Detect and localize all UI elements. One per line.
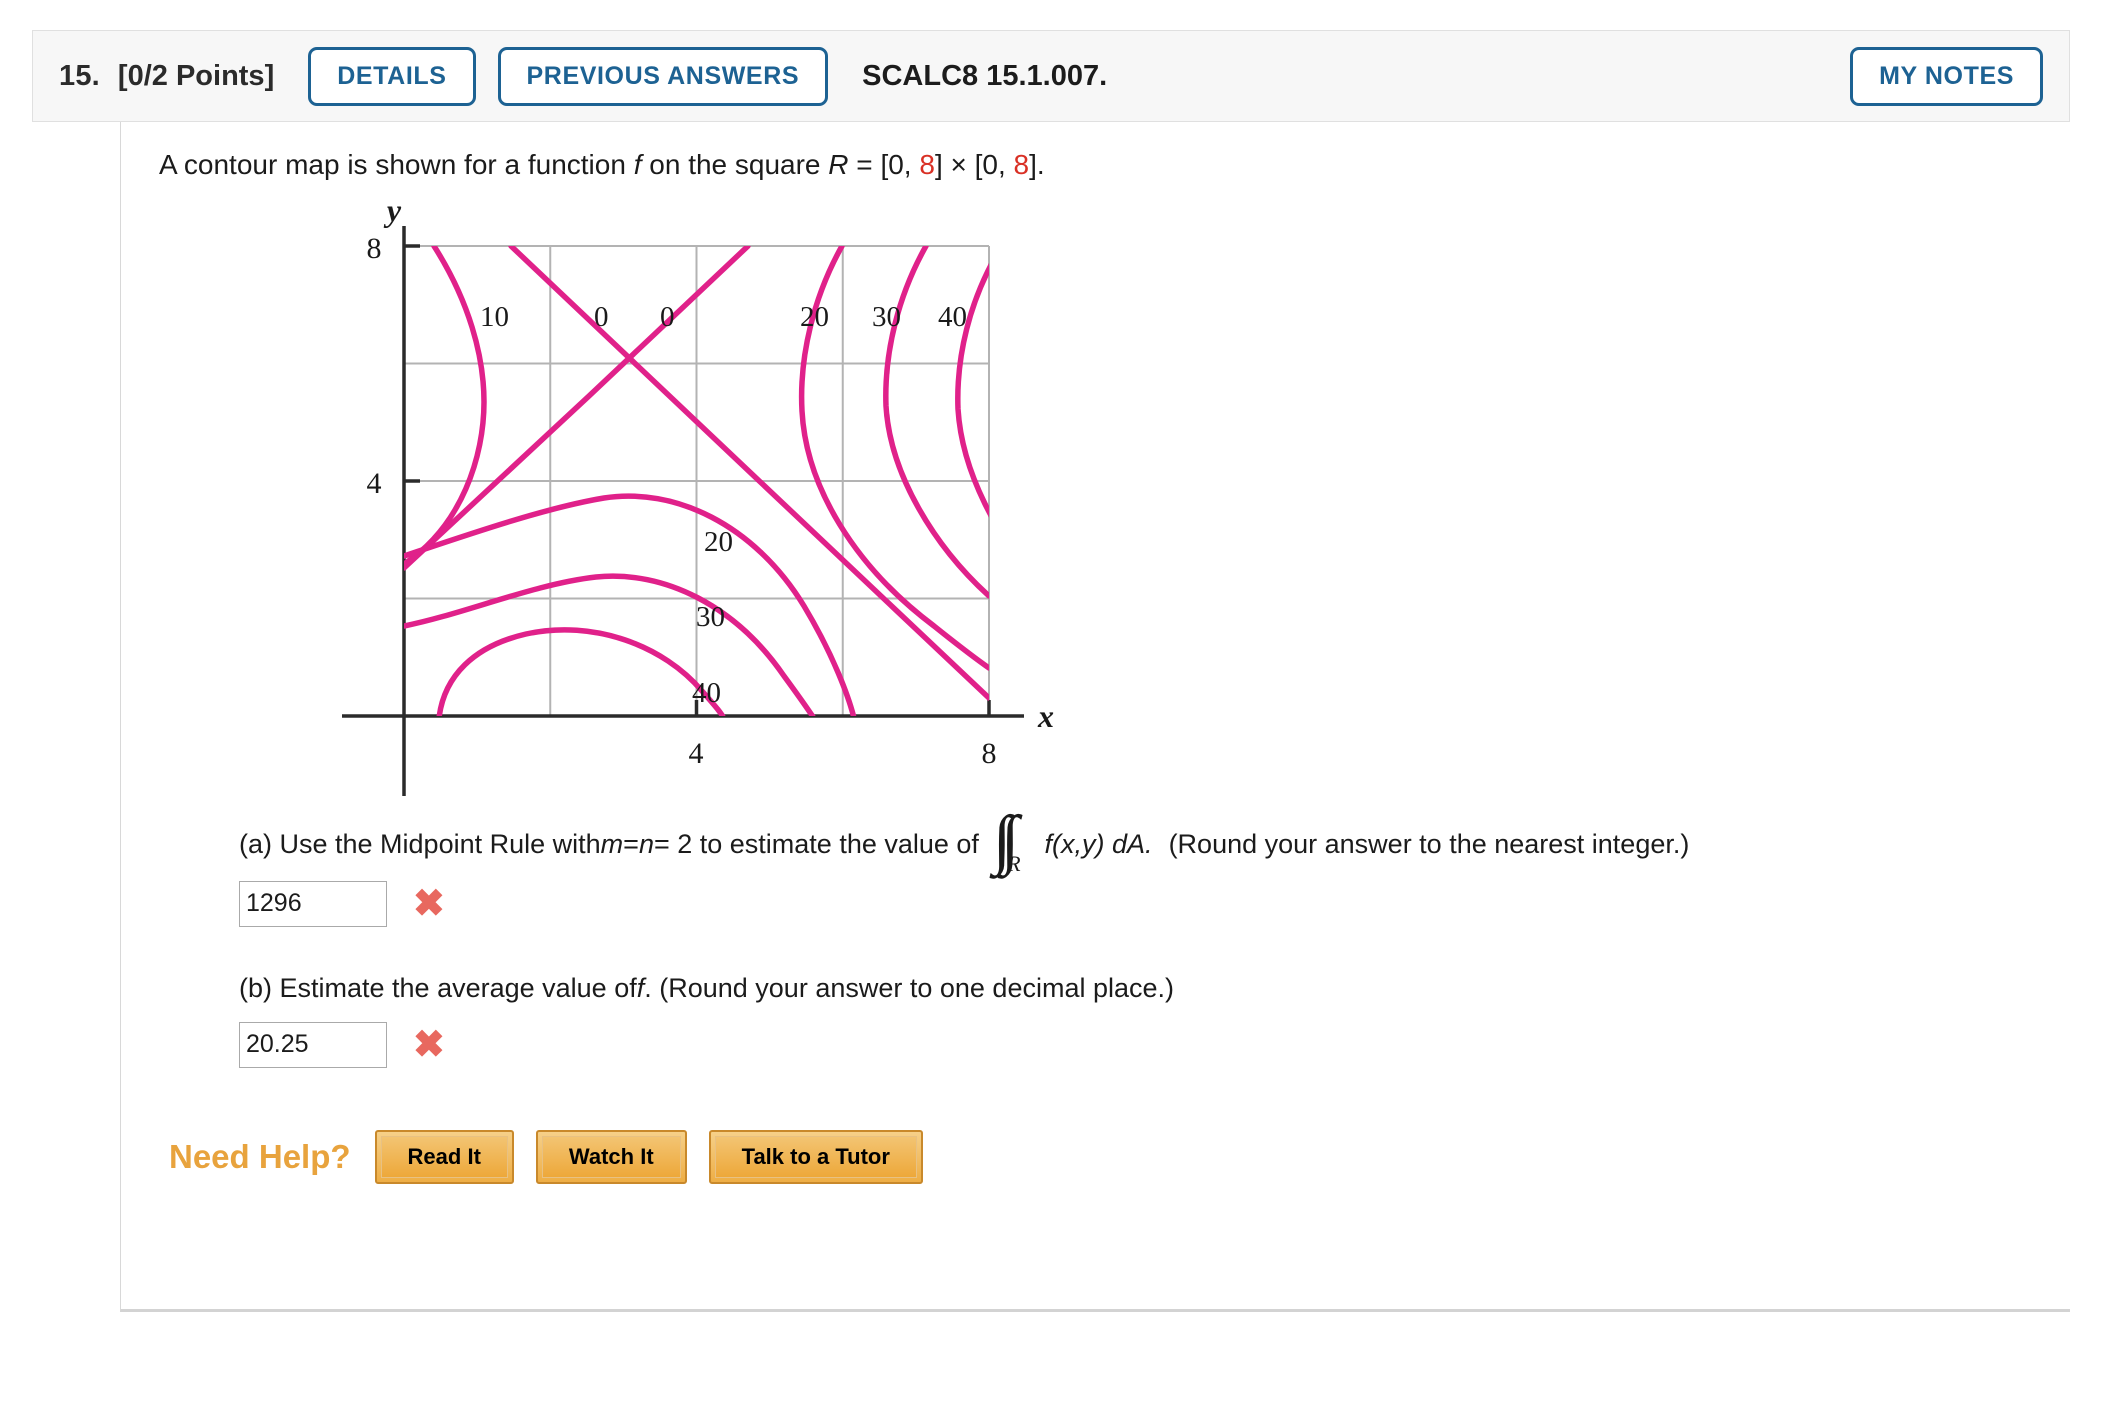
my-notes-button[interactable]: MY NOTES — [1850, 46, 2043, 106]
x-axis-label: x — [1037, 698, 1054, 734]
read-it-button-label: Read It — [380, 1135, 508, 1178]
prompt-end: ]. — [1029, 149, 1045, 180]
talk-to-a-tutor-button-label: Talk to a Tutor — [714, 1135, 917, 1178]
part-a-eq2: = 2 to estimate the value of — [653, 828, 979, 859]
part-b-label-1: (b) Estimate the average value of — [239, 972, 637, 1003]
contour-label-0a: 0 — [594, 301, 609, 333]
contour-label-40-mid: 40 — [692, 677, 721, 709]
prompt-mid: ] × [0, — [934, 149, 1014, 180]
details-button[interactable]: DETAILS — [308, 46, 476, 106]
prompt-text-1: A contour map is shown for a function — [159, 149, 634, 180]
prompt-highlight-1: 8 — [919, 149, 935, 180]
part-b-text: (b) Estimate the average value of f. (Ro… — [239, 971, 2070, 1006]
x-tick-4: 4 — [689, 737, 704, 770]
question-panel: 15. [0/2 Points] DETAILS PREVIOUS ANSWER… — [32, 30, 2070, 1312]
contour-map-figure: 10 0 0 20 30 40 20 30 40 8 4 4 8 y x — [334, 206, 1094, 806]
double-integral-symbol: ∫∫ R — [993, 806, 1035, 875]
part-b-answer-input[interactable] — [239, 1021, 387, 1068]
watch-it-button-label: Watch It — [541, 1135, 681, 1178]
talk-to-a-tutor-button[interactable]: Talk to a Tutor — [708, 1129, 923, 1184]
contour-map-svg: 10 0 0 20 30 40 20 30 40 8 4 4 8 y x — [342, 206, 1054, 796]
problem-statement: A contour map is shown for a function f … — [159, 146, 2070, 184]
part-b-f: f — [636, 972, 645, 1003]
x-tick-8: 8 — [982, 737, 997, 770]
prompt-eq: = [0, — [848, 149, 920, 180]
part-b: (b) Estimate the average value of f. (Ro… — [239, 971, 2070, 1068]
prompt-R: R — [828, 149, 849, 180]
part-a-rounding-note: (Round your answer to the nearest intege… — [1168, 828, 1690, 859]
prompt-text-2: on the square — [641, 149, 829, 180]
need-help-label: Need Help? — [169, 1137, 351, 1175]
contour-label-20-top: 20 — [800, 301, 829, 333]
question-number: 15. — [59, 59, 100, 92]
contour-label-30-top: 30 — [872, 301, 901, 333]
integrand-expression: f(x,y) dA. — [1044, 828, 1153, 859]
part-b-label-2: . (Round your answer to one decimal plac… — [644, 972, 1175, 1003]
part-a-incorrect-icon: ✖ — [413, 882, 445, 925]
part-b-incorrect-icon: ✖ — [413, 1023, 445, 1066]
need-help-row: Need Help? Read It Watch It Talk to a Tu… — [169, 1129, 2070, 1184]
contour-label-40-top: 40 — [938, 301, 967, 333]
y-tick-8: 8 — [367, 232, 382, 265]
contour-label-10: 10 — [480, 301, 509, 333]
part-a-label: (a) Use the Midpoint Rule with — [239, 828, 601, 859]
read-it-button[interactable]: Read It — [374, 1129, 514, 1184]
y-tick-4: 4 — [367, 467, 382, 500]
part-a-eq1: = — [623, 828, 639, 859]
part-a: (a) Use the Midpoint Rule with m = n = 2… — [239, 806, 2070, 927]
part-a-m: m — [600, 828, 624, 859]
question-header: 15. [0/2 Points] DETAILS PREVIOUS ANSWER… — [32, 30, 2070, 122]
part-a-text: (a) Use the Midpoint Rule with m = n = 2… — [239, 806, 2070, 875]
contour-label-30-mid: 30 — [696, 601, 725, 633]
watch-it-button[interactable]: Watch It — [535, 1129, 687, 1184]
integral-subscript-R: R — [1007, 850, 1021, 876]
question-points: [0/2 Points] — [117, 59, 275, 92]
question-body: A contour map is shown for a function f … — [120, 122, 2070, 1312]
previous-answers-button[interactable]: PREVIOUS ANSWERS — [497, 46, 829, 106]
contour-label-20-mid: 20 — [704, 526, 733, 558]
contour-labels: 10 0 0 20 30 40 20 30 40 — [480, 301, 967, 709]
part-b-answer-row: ✖ — [239, 1021, 2070, 1068]
part-a-answer-input[interactable] — [239, 880, 387, 927]
y-axis-label: y — [383, 206, 402, 228]
textbook-code: SCALC8 15.1.007. — [862, 59, 1108, 92]
prompt-highlight-2: 8 — [1013, 149, 1030, 180]
part-a-n: n — [638, 828, 654, 859]
part-a-answer-row: ✖ — [239, 880, 2070, 927]
contour-label-0b: 0 — [660, 301, 675, 333]
